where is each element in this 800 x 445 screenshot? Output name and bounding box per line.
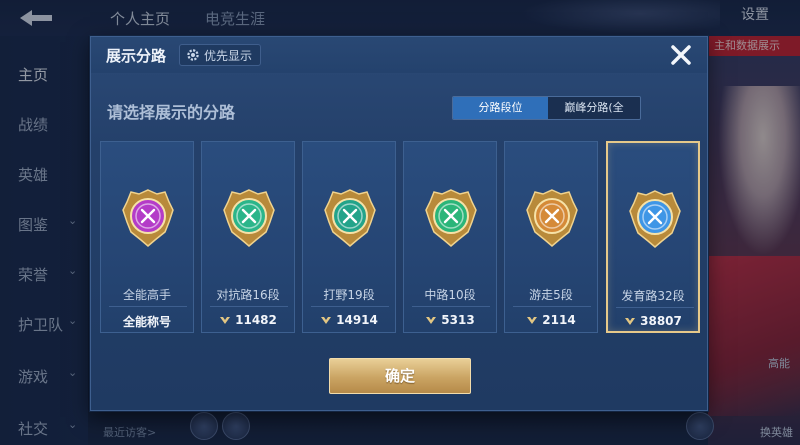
priority-display-label: 优先显示 xyxy=(204,48,253,63)
card-divider xyxy=(412,306,490,307)
lane-card-label: 发育路32段 xyxy=(621,289,685,303)
lane-card[interactable]: 中路10段 5313 xyxy=(403,141,497,333)
lane-card-stat: 5313 xyxy=(404,313,496,327)
lane-card-stat: 2114 xyxy=(505,313,597,327)
lane-card-label: 游走5段 xyxy=(529,288,573,302)
lane-card[interactable]: 全能高手 全能称号 xyxy=(100,141,194,333)
rank-star-icon xyxy=(426,317,437,324)
lane-card-stat-value: 14914 xyxy=(336,313,378,327)
clash-lane-emblem-icon xyxy=(223,189,275,247)
rank-star-icon xyxy=(321,317,332,324)
tab-lane-rank[interactable]: 分路段位 xyxy=(453,97,548,119)
rank-star-icon xyxy=(527,317,538,324)
dialog-header: 展示分路 优先显示 xyxy=(91,37,707,73)
rank-star-icon xyxy=(625,318,636,325)
all-round-emblem-icon xyxy=(122,189,174,247)
lane-card[interactable]: 发育路32段 38807 xyxy=(606,141,700,333)
close-icon[interactable] xyxy=(667,41,695,69)
card-divider xyxy=(311,306,389,307)
card-divider xyxy=(616,307,694,308)
gear-icon xyxy=(187,49,199,61)
lane-display-dialog: 展示分路 优先显示 请选择展示的分路 分路段位 巅峰分路(全国) 全能高手全能称… xyxy=(90,36,708,411)
lane-card[interactable]: 游走5段 2114 xyxy=(504,141,598,333)
lane-card-stat-value: 2114 xyxy=(542,313,576,327)
card-divider xyxy=(513,306,591,307)
tab-peak-lane-national[interactable]: 巅峰分路(全国) xyxy=(548,97,640,119)
lane-card[interactable]: 对抗路16段 11482 xyxy=(201,141,295,333)
confirm-button[interactable]: 确定 xyxy=(329,358,471,394)
lane-card-stat: 14914 xyxy=(303,313,395,327)
lane-card-label: 打野19段 xyxy=(323,288,375,302)
mid-lane-emblem-icon xyxy=(425,189,477,247)
farm-lane-emblem-icon xyxy=(629,190,681,248)
rank-star-icon xyxy=(220,317,231,324)
lane-card-stat-value: 11482 xyxy=(235,313,277,327)
lane-card-stat-value: 38807 xyxy=(640,314,682,328)
dialog-subtitle: 请选择展示的分路 xyxy=(107,103,236,122)
lane-card-stat-value: 5313 xyxy=(441,313,475,327)
jungle-emblem-icon xyxy=(324,189,376,247)
lane-card-label: 中路10段 xyxy=(424,288,476,302)
lane-card-stat: 38807 xyxy=(608,314,698,328)
lane-card-stat: 全能称号 xyxy=(101,313,193,330)
lane-card-label: 全能高手 xyxy=(122,288,171,302)
lane-card-stat: 11482 xyxy=(202,313,294,327)
roam-emblem-icon xyxy=(526,189,578,247)
lane-card-stat-value: 全能称号 xyxy=(122,315,171,329)
lane-card-label: 对抗路16段 xyxy=(216,288,280,302)
lane-mode-toggle: 分路段位 巅峰分路(全国) xyxy=(452,96,641,120)
card-divider xyxy=(210,306,288,307)
card-divider xyxy=(109,306,187,307)
dialog-title: 展示分路 xyxy=(106,47,167,65)
priority-display-button[interactable]: 优先显示 xyxy=(179,44,262,66)
lane-card[interactable]: 打野19段 14914 xyxy=(302,141,396,333)
